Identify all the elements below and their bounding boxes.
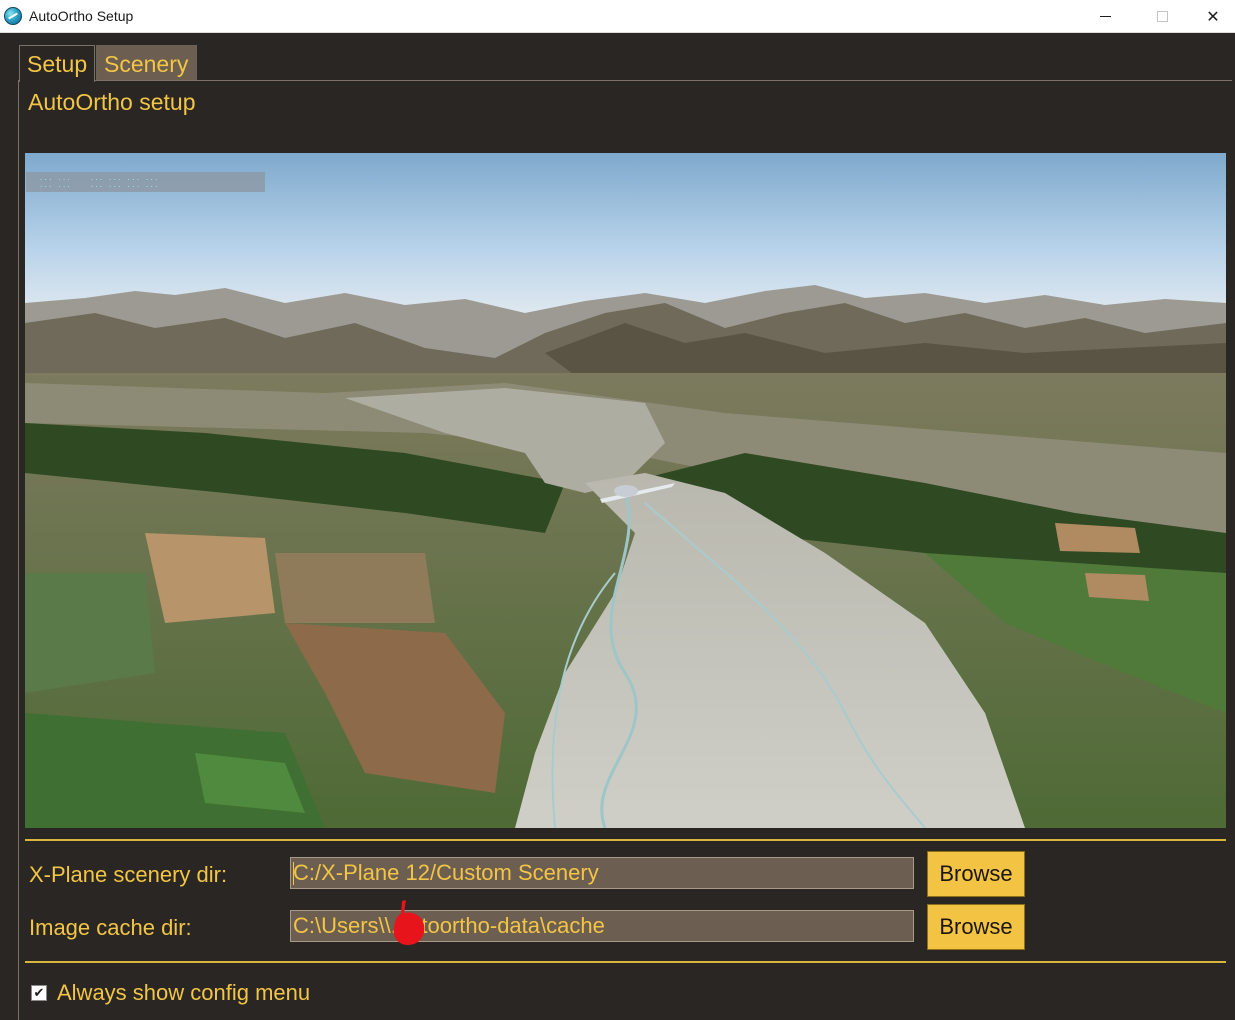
close-button[interactable]: ✕ xyxy=(1191,0,1235,33)
tab-setup[interactable]: Setup xyxy=(19,45,95,82)
separator xyxy=(25,839,1226,841)
minimize-icon xyxy=(1099,16,1111,17)
globe-plane-icon xyxy=(4,7,22,25)
browse-cache-button[interactable]: Browse xyxy=(927,904,1025,950)
title-bar: AutoOrtho Setup ✕ xyxy=(0,0,1235,33)
section-title: AutoOrtho setup xyxy=(28,89,196,115)
separator xyxy=(25,961,1226,963)
scenery-preview-image xyxy=(25,153,1226,828)
cache-dir-label: Image cache dir: xyxy=(29,915,192,940)
sim-debug-overlay: ... ... ... ... ... ... ... ... ... ... … xyxy=(26,172,265,192)
maximize-button[interactable] xyxy=(1134,0,1190,33)
scenery-dir-input[interactable] xyxy=(290,857,914,889)
close-icon: ✕ xyxy=(1206,8,1220,26)
scenery-dir-label: X-Plane scenery dir: xyxy=(29,862,228,887)
tab-scenery[interactable]: Scenery xyxy=(96,45,197,81)
browse-scenery-button[interactable]: Browse xyxy=(927,851,1025,897)
cache-dir-input[interactable] xyxy=(290,910,914,942)
minimize-button[interactable] xyxy=(1077,0,1133,33)
maximize-icon xyxy=(1156,11,1168,22)
always-show-checkbox[interactable]: ✔ xyxy=(31,985,47,1001)
window-title: AutoOrtho Setup xyxy=(29,8,134,24)
text-caret xyxy=(293,862,294,885)
always-show-label[interactable]: Always show config menu xyxy=(57,980,310,1006)
redaction-mark xyxy=(393,900,425,945)
checkmark-icon: ✔ xyxy=(33,985,45,1000)
window-client-area: Setup Scenery AutoOrtho setup ... ... ..… xyxy=(0,33,1235,1020)
